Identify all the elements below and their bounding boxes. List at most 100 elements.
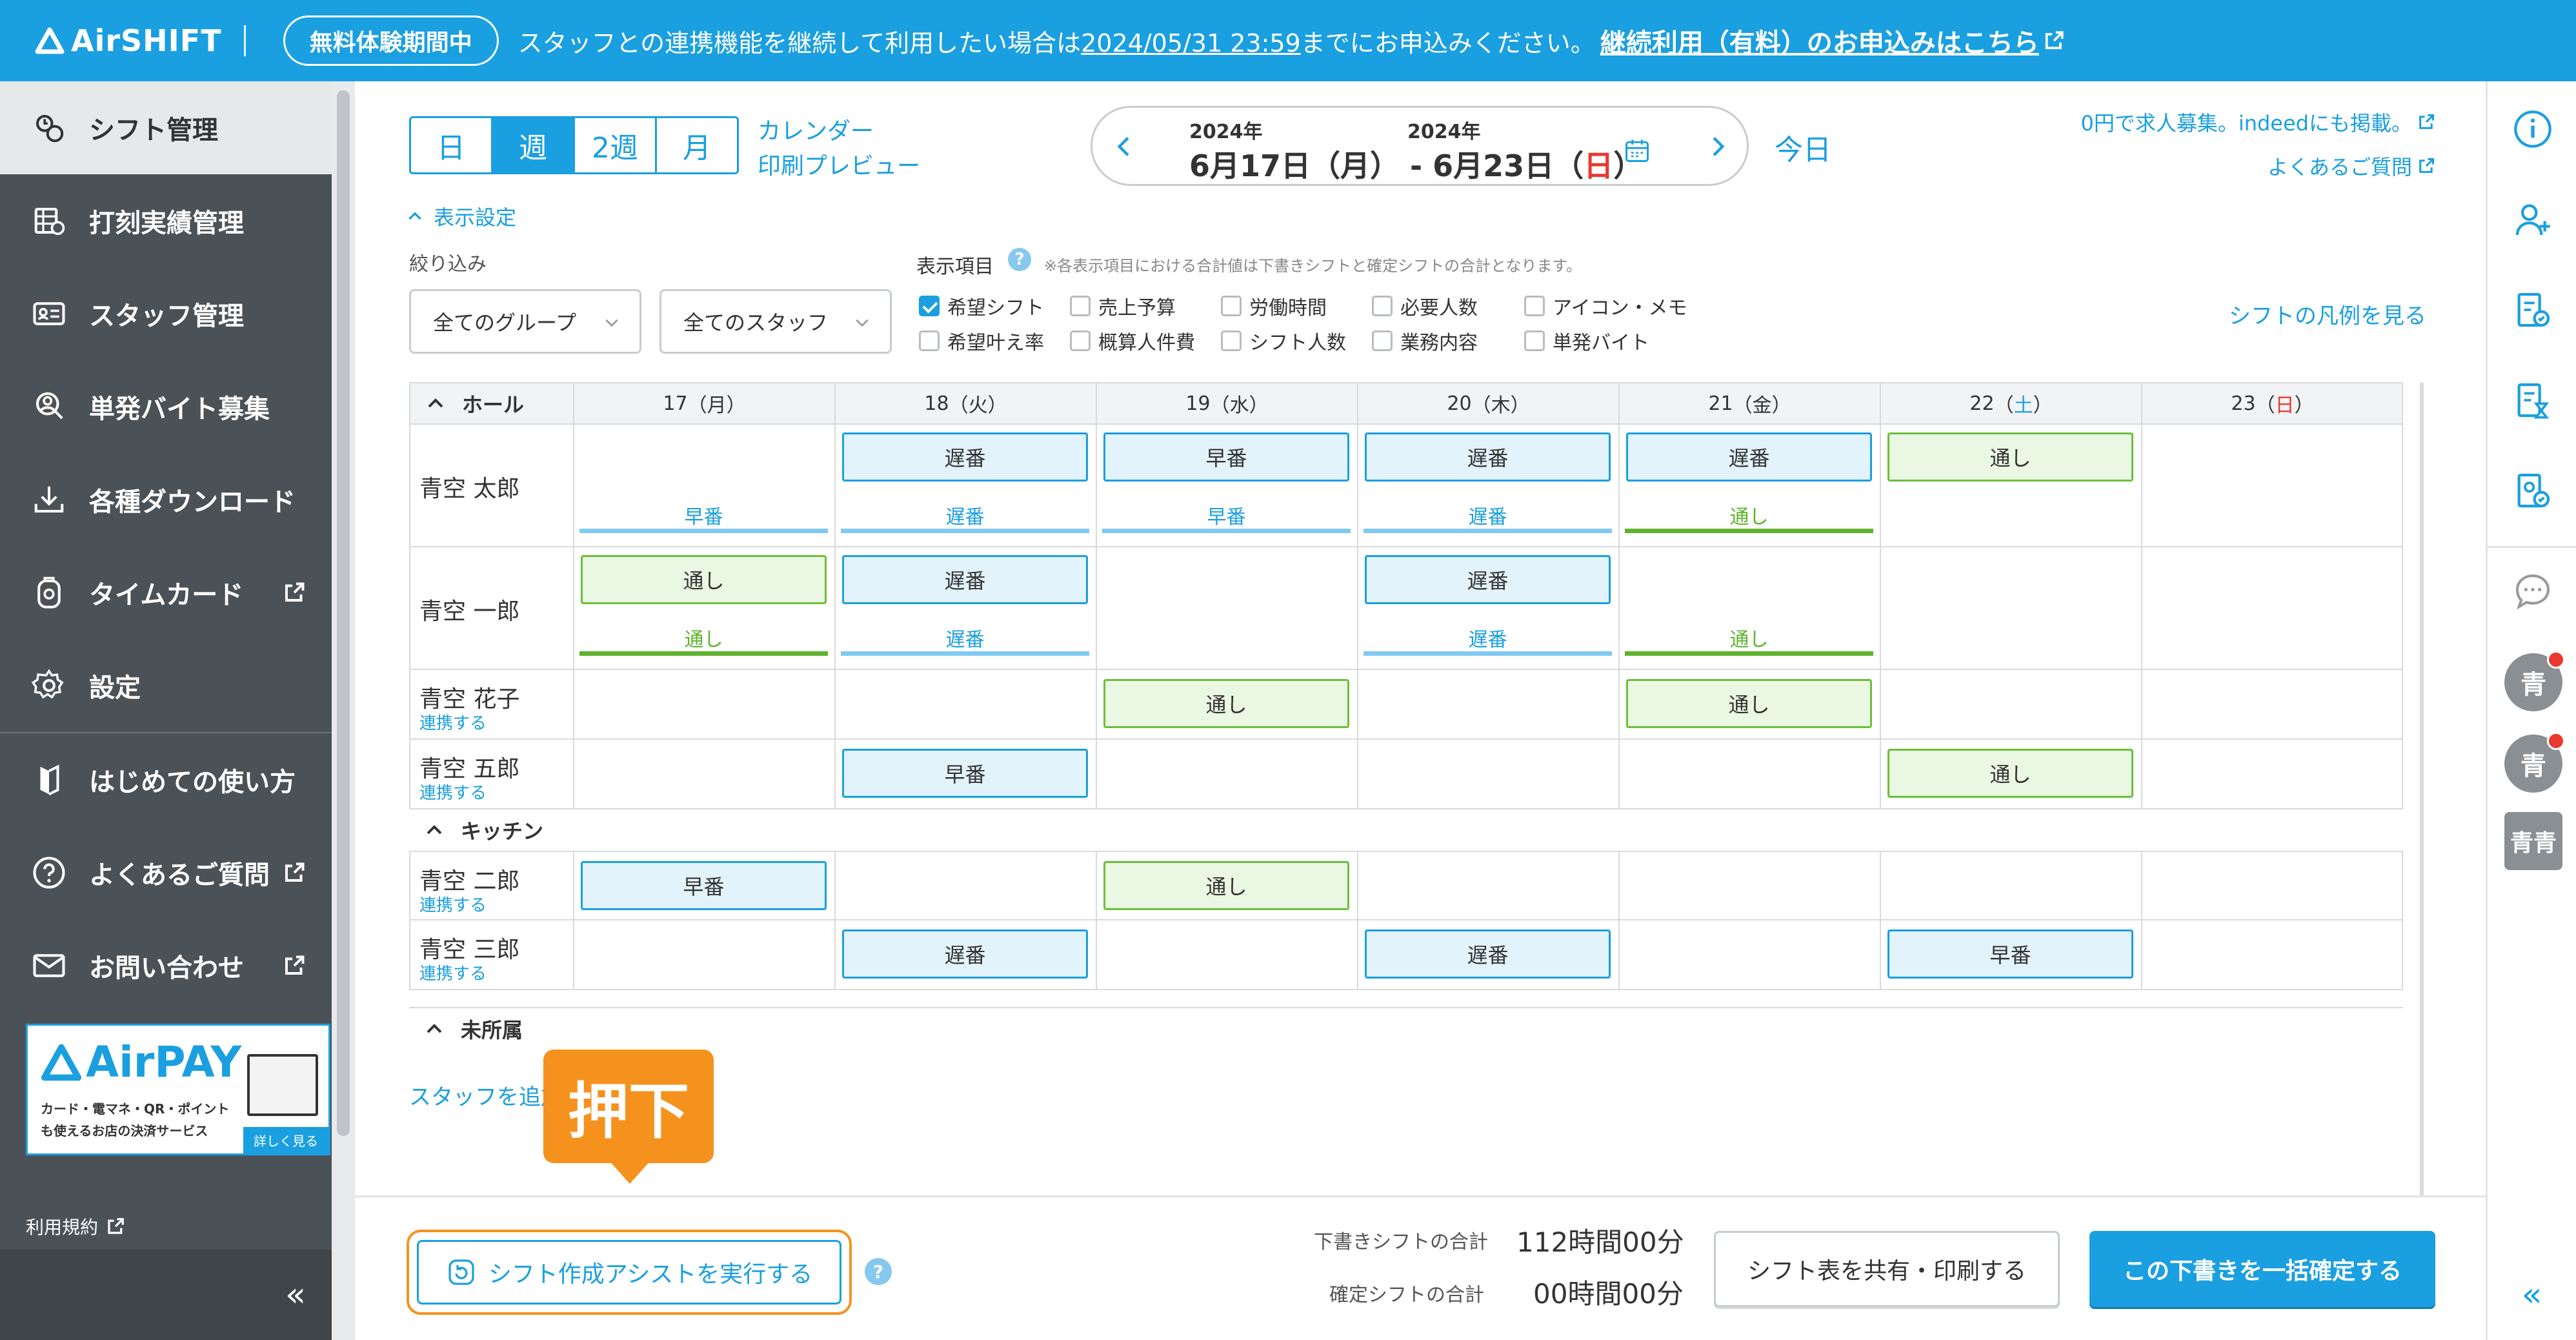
checkbox-gig[interactable]: 単発バイト xyxy=(1524,327,1649,355)
link-staff-link[interactable]: 連携する xyxy=(419,780,487,804)
shift-cell[interactable]: 遅番 遅番 xyxy=(834,547,1096,670)
link-staff-link[interactable]: 連携する xyxy=(419,960,487,984)
shift-chip[interactable]: 遅番 xyxy=(842,432,1088,482)
shift-cell[interactable] xyxy=(834,852,1096,922)
group-toggle-unassigned[interactable]: 未所属 xyxy=(409,1008,523,1050)
shift-cell[interactable] xyxy=(2141,920,2402,990)
avatar[interactable]: 青 xyxy=(2504,732,2565,793)
shift-cell[interactable] xyxy=(1618,852,1880,922)
shift-cell[interactable] xyxy=(1096,740,1357,809)
shift-cell[interactable] xyxy=(1880,670,2141,740)
checkbox-box[interactable] xyxy=(1524,330,1545,351)
shift-cell[interactable]: 早番 早番 xyxy=(1096,425,1357,547)
help-icon[interactable]: ? xyxy=(1008,248,1031,271)
sidebar-item-faq[interactable]: よくあるご質問 xyxy=(0,826,332,919)
shift-cell[interactable] xyxy=(2141,852,2402,922)
print-preview-link[interactable]: 印刷プレビュー xyxy=(758,147,920,181)
shift-cell[interactable]: 早番 xyxy=(1880,920,2141,990)
checkbox-sales-budget[interactable]: 売上予算 xyxy=(1070,292,1176,320)
view-2week-tab[interactable]: 2週 xyxy=(573,116,657,174)
sidebar-item-download[interactable]: 各種ダウンロード xyxy=(0,453,332,546)
group-select[interactable]: 全てのグループ xyxy=(409,289,641,354)
shift-cell[interactable]: 早番 xyxy=(573,425,834,547)
shift-chip[interactable]: 遅番 xyxy=(842,555,1088,604)
display-settings-toggle[interactable]: 表示設定 xyxy=(407,201,516,231)
shift-cell[interactable] xyxy=(573,740,834,809)
checkbox-box[interactable] xyxy=(1372,296,1393,316)
sidebar-item-staff[interactable]: スタッフ管理 xyxy=(0,267,332,360)
view-month-tab[interactable]: 月 xyxy=(655,116,739,174)
terms-link[interactable]: 利用規約 xyxy=(26,1213,125,1239)
staff-name[interactable]: 青空 五郎 xyxy=(419,750,519,784)
checkbox-box[interactable] xyxy=(1221,296,1242,316)
shift-cell[interactable] xyxy=(2141,740,2402,809)
shift-cell[interactable]: 早番 xyxy=(573,852,834,922)
shift-cell[interactable] xyxy=(2141,425,2402,547)
today-button[interactable]: 今日 xyxy=(1775,127,1831,168)
shift-cell[interactable]: 遅番 xyxy=(834,920,1096,990)
checkbox-required-staff[interactable]: 必要人数 xyxy=(1372,292,1478,320)
help-icon[interactable]: ? xyxy=(865,1258,892,1285)
sidebar-item-settings[interactable]: 設定 xyxy=(0,639,332,732)
checkbox-box[interactable] xyxy=(919,296,940,316)
avatar[interactable]: 青 xyxy=(2504,651,2565,711)
approved-request-icon[interactable] xyxy=(2512,470,2553,511)
add-user-icon[interactable] xyxy=(2512,199,2553,240)
checkbox-box[interactable] xyxy=(1221,330,1242,351)
shift-cell[interactable] xyxy=(1618,740,1880,809)
shift-chip[interactable]: 通し xyxy=(1103,861,1349,910)
shift-cell[interactable]: 通し xyxy=(1618,670,1880,740)
staff-name[interactable]: 青空 一郎 xyxy=(419,593,519,626)
shift-cell[interactable]: 通し xyxy=(1880,740,2141,809)
shift-chip[interactable]: 遅番 xyxy=(1365,929,1611,979)
shift-chip[interactable]: 早番 xyxy=(1103,432,1349,482)
staff-name[interactable]: 青空 二郎 xyxy=(419,862,519,896)
sidebar-item-contact[interactable]: お問い合わせ xyxy=(0,919,332,1012)
checkbox-box[interactable] xyxy=(1070,330,1091,351)
checkbox-task[interactable]: 業務内容 xyxy=(1372,327,1478,355)
airpay-more-link[interactable]: 詳しく見る xyxy=(243,1127,328,1153)
link-staff-link[interactable]: 連携する xyxy=(419,892,487,916)
sidebar-item-clock-record[interactable]: 打刻実績管理 xyxy=(0,174,332,267)
shift-cell[interactable]: 通し xyxy=(1880,425,2141,547)
shift-cell[interactable] xyxy=(1357,670,1618,740)
checkbox-box[interactable] xyxy=(1070,296,1091,316)
airshift-logo[interactable]: AirSHIFT xyxy=(35,23,222,58)
shift-chip[interactable]: 通し xyxy=(1887,432,2133,482)
grid-scrollbar[interactable] xyxy=(2420,382,2424,1241)
shift-request-icon[interactable] xyxy=(2512,289,2553,330)
staff-name[interactable]: 青空 三郎 xyxy=(419,931,519,964)
add-staff-link[interactable]: スタッフを追加 xyxy=(409,1079,563,1111)
shift-cell[interactable] xyxy=(1880,547,2141,670)
shift-chip[interactable]: 遅番 xyxy=(1365,555,1611,604)
shift-cell[interactable] xyxy=(2141,670,2402,740)
shift-cell[interactable]: 早番 xyxy=(834,740,1096,809)
checkbox-icon-memo[interactable]: アイコン・メモ xyxy=(1524,292,1687,320)
shift-cell[interactable]: 通し xyxy=(1096,852,1357,922)
sidebar-item-timecard[interactable]: タイムカード xyxy=(0,546,332,639)
confirm-all-button[interactable]: この下書きを一括確定する xyxy=(2089,1231,2435,1307)
staff-select[interactable]: 全てのスタッフ xyxy=(659,289,892,354)
sidebar-item-recruit[interactable]: 単発バイト募集 xyxy=(0,360,332,453)
shift-cell[interactable] xyxy=(1096,920,1357,990)
checkbox-labor-cost[interactable]: 概算人件費 xyxy=(1070,327,1195,355)
checkbox-box[interactable] xyxy=(1524,296,1545,316)
shift-assist-button[interactable]: シフト作成アシストを実行する xyxy=(417,1240,841,1304)
chat-icon[interactable] xyxy=(2512,571,2553,612)
shift-cell[interactable] xyxy=(573,670,834,740)
staff-name[interactable]: 青空 花子 xyxy=(419,680,519,714)
shift-chip[interactable]: 通し xyxy=(1887,749,2133,798)
group-toggle-hall[interactable]: ホール xyxy=(410,383,524,423)
checkbox-work-hours[interactable]: 労働時間 xyxy=(1221,292,1327,320)
shift-chip[interactable]: 早番 xyxy=(581,861,827,910)
airpay-ad-banner[interactable]: AirPAY カード・電マネ・QR・ポイントも使えるお店の決済サービス 詳しく見… xyxy=(26,1024,330,1155)
calendar-picker-icon[interactable] xyxy=(1623,136,1651,165)
shift-cell[interactable] xyxy=(1357,852,1618,922)
right-rail-collapse-button[interactable]: « xyxy=(2486,1250,2576,1340)
next-week-icon[interactable] xyxy=(1704,134,1730,159)
sidebar-scroll-thumb[interactable] xyxy=(337,90,350,1136)
shift-chip[interactable]: 通し xyxy=(1103,679,1349,728)
shift-cell[interactable]: 遅番 通し xyxy=(1618,425,1880,547)
shift-cell[interactable]: 遅番 xyxy=(1357,920,1618,990)
calendar-link[interactable]: カレンダー xyxy=(758,112,874,146)
